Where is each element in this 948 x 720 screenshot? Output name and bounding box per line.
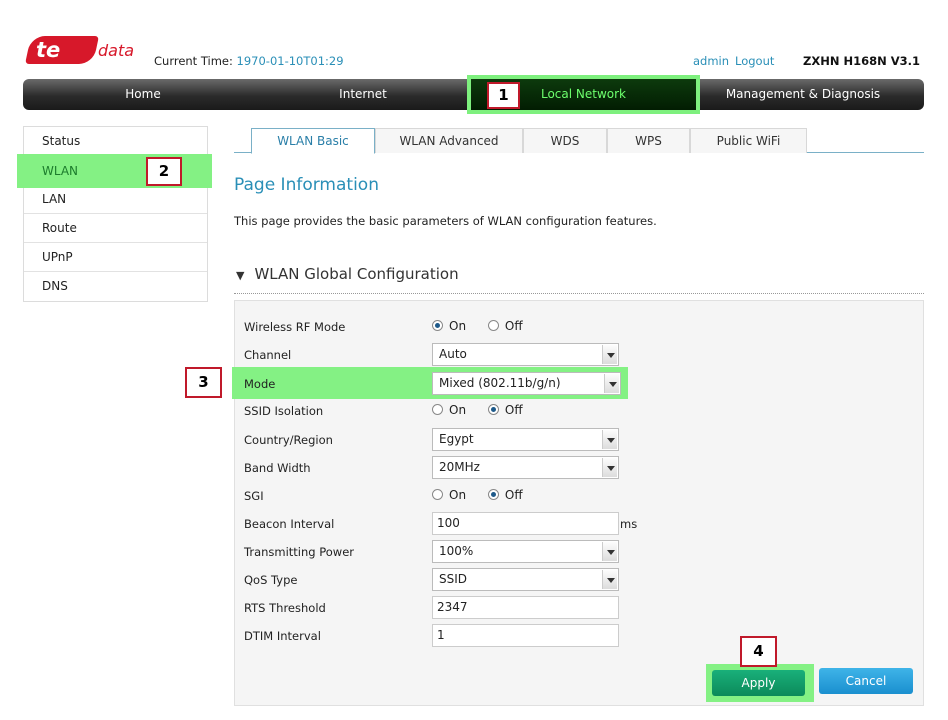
sidebar-item-status[interactable]: Status	[24, 127, 207, 156]
label-dtim-interval: DTIM Interval	[244, 629, 321, 643]
annotation-badge-3: 3	[185, 367, 222, 398]
radio-sgi-on[interactable]	[432, 489, 443, 500]
annotation-badge-4: 4	[740, 636, 777, 667]
radio-rf-on[interactable]	[432, 320, 443, 331]
logo-text-data: data	[98, 41, 135, 60]
admin-user-link[interactable]: admin	[693, 54, 729, 68]
radio-sgi-off-label: Off	[504, 488, 523, 502]
dtim-interval-input[interactable]: 1	[432, 624, 619, 647]
nav-internet[interactable]: Internet	[303, 79, 423, 110]
annotation-badge-1: 1	[487, 82, 520, 109]
country-region-select[interactable]: Egypt	[432, 428, 619, 451]
sidebar-item-wlan[interactable]: WLAN	[17, 154, 212, 188]
chevron-down-icon	[602, 458, 617, 477]
section-divider	[234, 293, 924, 294]
rts-threshold-input[interactable]: 2347	[432, 596, 619, 619]
label-rts-threshold: RTS Threshold	[244, 601, 326, 615]
page-description: This page provides the basic parameters …	[234, 214, 657, 228]
chevron-down-icon	[602, 430, 617, 449]
current-time: Current Time: 1970-01-10T01:29	[154, 54, 344, 68]
beacon-interval-input[interactable]: 100	[432, 512, 619, 535]
tab-wds[interactable]: WDS	[523, 128, 607, 153]
band-width-value: 20MHz	[439, 460, 480, 474]
sidebar-item-upnp[interactable]: UPnP	[24, 243, 207, 272]
mode-value: Mixed (802.11b/g/n)	[439, 376, 561, 390]
radio-ssid-on-label: On	[449, 403, 467, 417]
current-time-value: 1970-01-10T01:29	[236, 54, 344, 68]
tab-bar: WLAN Basic WLAN Advanced WDS WPS Public …	[234, 128, 924, 154]
page-title: Page Information	[234, 175, 379, 195]
brand-logo: te data	[25, 36, 134, 66]
country-region-value: Egypt	[439, 432, 474, 446]
label-wireless-rf-mode: Wireless RF Mode	[244, 320, 346, 334]
radio-ssid-on[interactable]	[432, 404, 443, 415]
radio-sgi-off[interactable]	[487, 489, 499, 500]
tab-wlan-advanced[interactable]: WLAN Advanced	[375, 128, 523, 153]
apply-button[interactable]: Apply	[712, 670, 805, 696]
radio-group-ssid-isolation: On Off	[432, 403, 541, 417]
collapse-triangle-icon: ▼	[236, 269, 245, 282]
label-ssid-isolation: SSID Isolation	[244, 404, 324, 418]
radio-group-sgi: On Off	[432, 488, 541, 502]
current-time-label: Current Time:	[154, 54, 233, 68]
sidebar: Status LAN Route UPnP DNS	[23, 126, 208, 302]
sidebar-item-route[interactable]: Route	[24, 214, 207, 243]
section-title: WLAN Global Configuration	[254, 265, 459, 283]
label-channel: Channel	[244, 348, 292, 362]
chevron-down-icon	[602, 345, 617, 364]
label-country-region: Country/Region	[244, 433, 333, 447]
transmitting-power-select[interactable]: 100%	[432, 540, 619, 563]
channel-value: Auto	[439, 347, 467, 361]
sidebar-item-lan[interactable]: LAN	[24, 185, 207, 214]
label-qos-type: QoS Type	[244, 573, 298, 587]
mode-select[interactable]: Mixed (802.11b/g/n)	[432, 372, 621, 395]
radio-rf-on-label: On	[449, 319, 467, 333]
tab-public-wifi[interactable]: Public WiFi	[690, 128, 807, 153]
cancel-button[interactable]: Cancel	[819, 668, 913, 694]
qos-type-select[interactable]: SSID	[432, 568, 619, 591]
radio-ssid-off[interactable]	[487, 404, 499, 415]
nav-management-diagnosis[interactable]: Management & Diagnosis	[703, 79, 903, 110]
tab-wps[interactable]: WPS	[607, 128, 690, 153]
radio-rf-off[interactable]	[487, 320, 499, 331]
radio-sgi-on-label: On	[449, 488, 467, 502]
label-sgi: SGI	[244, 489, 264, 503]
radio-rf-off-label: Off	[504, 319, 523, 333]
chevron-down-icon	[604, 374, 619, 393]
chevron-down-icon	[602, 542, 617, 561]
channel-select[interactable]: Auto	[432, 343, 619, 366]
model-name: ZXHN H168N V3.1	[803, 54, 920, 68]
label-beacon-interval: Beacon Interval	[244, 517, 335, 531]
logout-link[interactable]: Logout	[735, 54, 774, 68]
sidebar-item-dns[interactable]: DNS	[24, 272, 207, 301]
qos-type-value: SSID	[439, 572, 468, 586]
label-mode: Mode	[244, 377, 276, 391]
logo-text-te: te	[36, 38, 61, 62]
chevron-down-icon	[602, 570, 617, 589]
label-band-width: Band Width	[244, 461, 311, 475]
beacon-interval-unit: ms	[620, 517, 638, 531]
main-nav: Home Internet Local Network Management &…	[23, 75, 924, 114]
annotation-badge-2: 2	[146, 157, 182, 186]
band-width-select[interactable]: 20MHz	[432, 456, 619, 479]
transmitting-power-value: 100%	[439, 544, 474, 558]
label-transmitting-power: Transmitting Power	[244, 545, 355, 559]
tab-wlan-basic[interactable]: WLAN Basic	[251, 128, 375, 154]
radio-ssid-off-label: Off	[504, 403, 523, 417]
section-header[interactable]: ▼ WLAN Global Configuration	[236, 265, 459, 283]
nav-home[interactable]: Home	[83, 79, 203, 110]
radio-group-wireless-rf-mode: On Off	[432, 319, 541, 333]
